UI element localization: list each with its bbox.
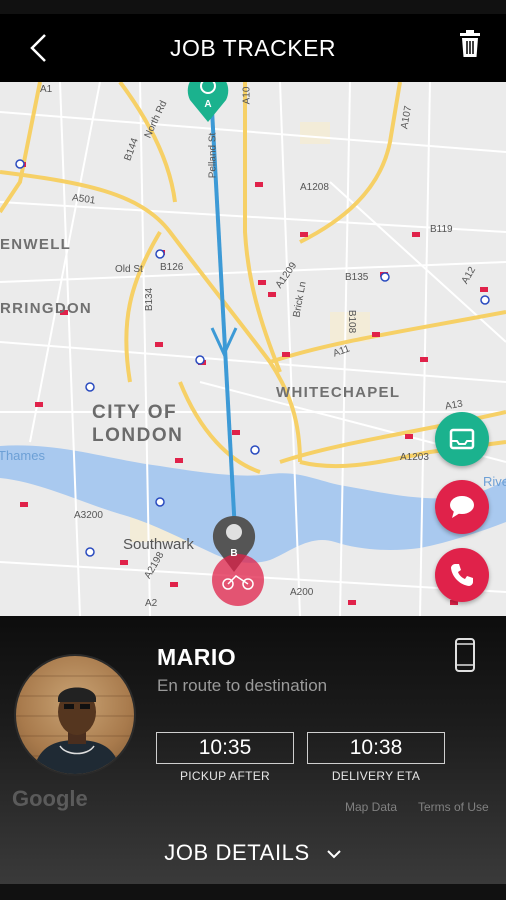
road-label: A3200 [74,510,103,521]
map-label-thames: Thames [0,448,45,463]
road-label: B135 [345,272,369,283]
chat-bubble-icon [450,496,474,518]
chevron-left-icon [30,34,46,62]
map-label-clerkenwell: ENWELL [0,236,72,253]
chat-button[interactable] [435,480,489,534]
road-label: A200 [290,587,314,598]
phone-icon [451,564,473,586]
inbox-icon [449,428,475,450]
status-bar [0,0,506,14]
driver-name: MARIO [157,644,237,670]
road-label: A1208 [300,182,329,193]
road-label: A1 [40,84,53,95]
road-label: A1203 [400,452,429,463]
delivery-time: 10:38 [307,732,445,764]
road-label: A10 [241,86,253,105]
mobile-phone-icon [455,638,475,672]
driver-photo [16,675,134,774]
map-view[interactable]: A B CITY OF LONDON WHITECHAPEL ENWELL RR… [0,82,506,616]
job-details-label: JOB DETAILS [164,840,310,865]
system-nav-bar [0,884,506,900]
road-label: B119 [430,224,453,235]
delivery-label: DELIVERY ETA [331,769,421,783]
message-inbox-button[interactable] [435,412,489,466]
app-bar: JOB TRACKER [0,14,506,82]
trash-icon [460,30,480,57]
svg-text:A: A [204,99,211,110]
pickup-time: 10:35 [156,732,294,764]
driver-status: En route to destination [157,676,328,695]
road-label: Old St [115,264,143,275]
google-logo: Google [12,786,88,811]
road-label: B108 [346,309,358,334]
terms-of-use-link[interactable]: Terms of Use [418,800,489,814]
map-label-farringdon: RRINGDON [0,300,93,317]
road-label: B126 [160,262,184,273]
chevron-down-icon [327,850,341,859]
map-label-city: CITY OF [92,402,178,423]
road-label: A2 [145,598,158,609]
driver-avatar [14,654,136,776]
job-details-toggle[interactable]: JOB DETAILS [0,828,506,878]
map-label-london: LONDON [92,425,184,446]
svg-text:B: B [230,548,237,559]
driver-phone-button[interactable] [454,638,476,672]
map-canvas: A B [0,82,506,616]
page-title: JOB TRACKER [169,34,337,61]
road-label: Pelland St [207,132,219,179]
driver-panel: MARIO En route to destination 10:35 PICK… [0,616,506,884]
road-label: B134 [144,287,156,312]
map-data-link[interactable]: Map Data [345,800,397,814]
map-label-river: Rive [483,474,506,489]
map-label-whitechapel: WHITECHAPEL [276,384,401,401]
delete-button[interactable] [456,28,484,60]
back-button[interactable] [24,32,52,64]
pickup-label: PICKUP AFTER [179,769,271,783]
call-button[interactable] [435,548,489,602]
